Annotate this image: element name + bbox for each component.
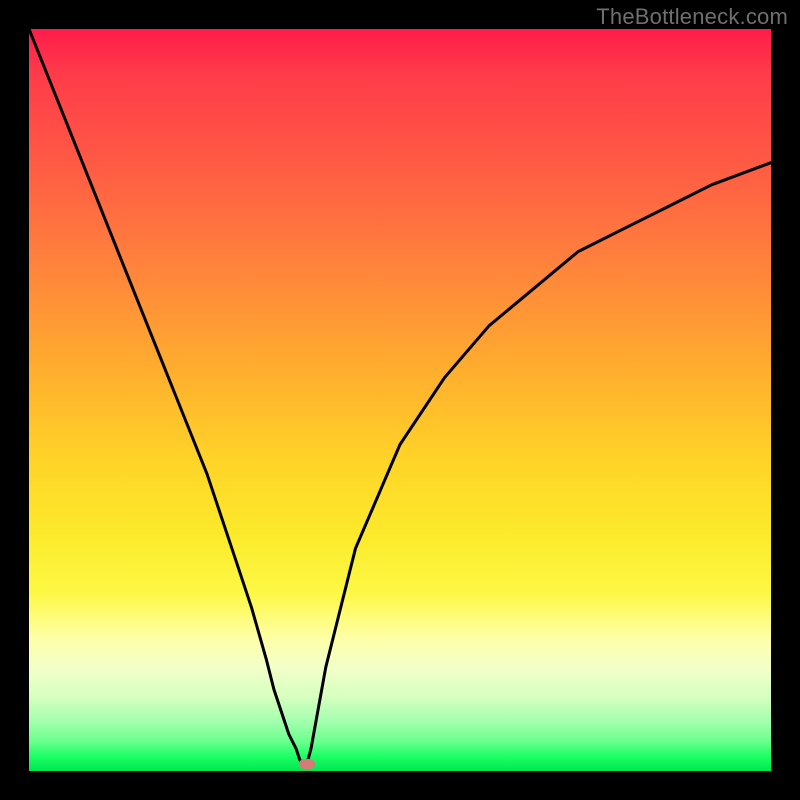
plot-area bbox=[29, 29, 771, 771]
bottleneck-curve bbox=[29, 29, 771, 771]
chart-frame: TheBottleneck.com bbox=[0, 0, 800, 800]
curve-path bbox=[29, 29, 771, 764]
min-point-marker bbox=[299, 759, 315, 769]
watermark-text: TheBottleneck.com bbox=[596, 4, 788, 30]
